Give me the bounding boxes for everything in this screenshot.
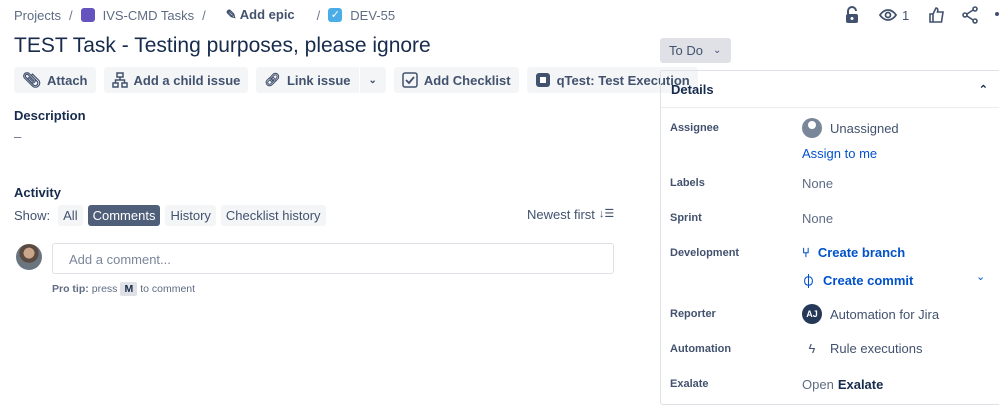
sprint-label: Sprint [670, 212, 702, 224]
sort-icon: ↓☰ [598, 208, 615, 220]
description-heading: Description [14, 108, 86, 123]
qtest-icon [535, 73, 550, 87]
status-dropdown[interactable]: To Do ⌄ [660, 38, 731, 63]
like-icon[interactable] [927, 5, 947, 25]
user-avatar [16, 244, 42, 270]
more-icon[interactable] [995, 12, 999, 16]
filter-comments[interactable]: Comments [87, 205, 161, 226]
assignee-label: Assignee [670, 122, 719, 134]
comment-input[interactable]: Add a comment... [52, 243, 614, 274]
sprint-value[interactable]: None [802, 211, 833, 226]
lock-icon[interactable] [842, 5, 862, 25]
automation-label: Automation [670, 343, 732, 355]
action-toolbar: 📎︎ Attach Add a child issue 🔗︎ Link issue … [14, 67, 698, 93]
pro-tip: Pro tip: press M to comment [52, 282, 196, 296]
filter-history[interactable]: History [165, 205, 216, 226]
description-value[interactable]: – [14, 129, 21, 144]
breadcrumb-projects[interactable]: Projects [14, 8, 61, 23]
activity-filter: Show: All Comments History Checklist his… [14, 205, 326, 226]
sort-button[interactable]: Newest first ↓☰ [527, 207, 614, 222]
exalate-label: Exalate [670, 378, 709, 390]
reporter-value[interactable]: AJ Automation for Jira [802, 304, 939, 324]
pencil-icon: ✎ [225, 7, 237, 22]
avatar-placeholder-icon [802, 118, 822, 138]
labels-label: Labels [670, 177, 705, 189]
watcher-count: 1 [902, 7, 910, 23]
labels-value[interactable]: None [802, 176, 833, 191]
lightning-icon: ϟ [808, 341, 816, 356]
assignee-value[interactable]: Unassigned [802, 118, 899, 138]
checkbox-icon [402, 72, 418, 88]
activity-heading: Activity [14, 185, 61, 200]
paperclip-icon: 📎︎ [22, 72, 42, 89]
eye-icon [878, 9, 898, 21]
add-child-issue-button[interactable]: Add a child issue [103, 67, 249, 93]
reporter-avatar: AJ [802, 304, 822, 324]
project-icon [80, 8, 95, 22]
breadcrumb: Projects / IVS-CMD Tasks / ✎ Add epic / ✓ D… [14, 7, 396, 23]
shortcut-key: M [120, 282, 138, 296]
add-epic-link[interactable]: ✎ Add epic [226, 7, 295, 23]
create-branch-link[interactable]: ⑂ Create branch [802, 245, 905, 260]
details-header[interactable]: Details ⌃ [661, 71, 999, 108]
link-issue-dropdown[interactable]: ⌄ [359, 67, 386, 93]
commit-icon: ⏀ [802, 274, 816, 289]
rule-executions-link[interactable]: ϟ Rule executions [802, 341, 923, 356]
branch-icon: ⑂ [802, 245, 810, 260]
filter-checklist-history[interactable]: Checklist history [220, 205, 326, 226]
chevron-up-icon: ⌃ [978, 83, 988, 96]
assign-to-me-link[interactable]: Assign to me [802, 146, 877, 161]
chevron-down-icon: ⌄ [712, 45, 722, 56]
share-icon[interactable] [960, 5, 980, 25]
open-exalate-link[interactable]: Open Exalate [802, 377, 883, 392]
create-commit-link[interactable]: ⏀ Create commit [802, 271, 913, 290]
link-issue-button[interactable]: 🔗︎ Link issue [256, 67, 359, 93]
breadcrumb-issue-key[interactable]: DEV-55 [350, 8, 395, 23]
attach-button[interactable]: 📎︎ Attach [14, 67, 96, 93]
show-label: Show: [14, 208, 51, 223]
chevron-down-icon: ⌄ [368, 74, 377, 86]
watch-button[interactable]: 1 [878, 5, 909, 25]
task-checkbox-icon: ✓ [328, 8, 343, 22]
development-label: Development [670, 247, 740, 259]
add-checklist-button[interactable]: Add Checklist [393, 67, 519, 93]
breadcrumb-project[interactable]: IVS-CMD Tasks [103, 8, 195, 23]
chevron-down-icon[interactable]: ⌄ [976, 270, 985, 283]
filter-all[interactable]: All [58, 205, 83, 226]
hierarchy-icon [111, 72, 128, 88]
reporter-label: Reporter [670, 308, 716, 320]
link-icon: 🔗︎ [264, 72, 281, 87]
issue-title[interactable]: TEST Task - Testing purposes, please ign… [14, 34, 431, 58]
